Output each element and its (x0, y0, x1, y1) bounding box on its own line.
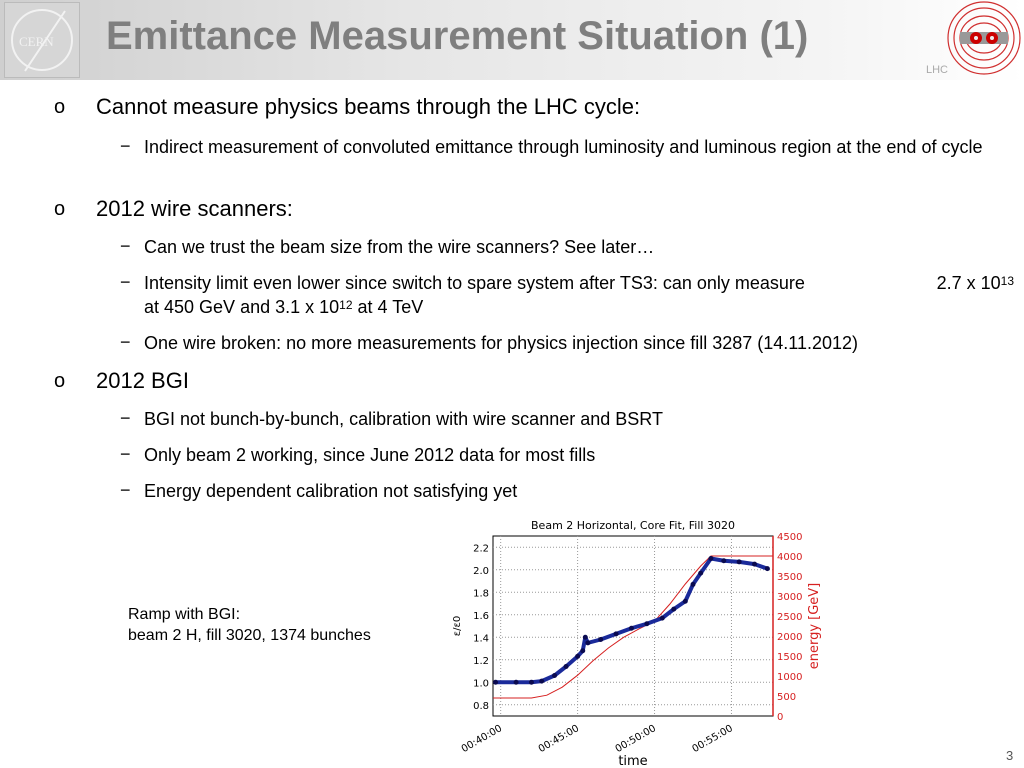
y2-tick-label: 3500 (777, 572, 802, 583)
emittance-point (585, 640, 591, 646)
y2-tick-label: 0 (777, 712, 783, 723)
sub-bullet-marker: − (120, 136, 131, 156)
emittance-point (690, 581, 696, 587)
bullet-marker: o (54, 96, 66, 118)
y-tick-label: 1.2 (473, 656, 489, 667)
emittance-point (580, 648, 586, 654)
chart-caption: Ramp with BGI: beam 2 H, fill 3020, 1374… (128, 606, 371, 644)
slide-title: Emittance Measurement Situation (1) (106, 14, 809, 58)
y-tick-label: 1.8 (473, 588, 489, 599)
intensity-limit-text: Intensity limit even lower since switch … (144, 273, 805, 293)
emittance-point (671, 606, 677, 612)
sub-bullet-marker: − (120, 408, 131, 428)
bullet-text: Cannot measure physics beams through the… (96, 94, 641, 119)
bullet-text: 2012 BGI (96, 368, 189, 393)
emittance-point (628, 625, 634, 631)
chart-title: Beam 2 Horizontal, Core Fit, Fill 3020 (531, 519, 735, 532)
emittance-point (493, 679, 499, 685)
sub-bullet-marker: − (120, 272, 131, 292)
emittance-point (539, 678, 545, 684)
y2-tick-label: 4000 (777, 552, 802, 563)
emittance-point (698, 570, 704, 576)
cern-logo: CERN (4, 2, 80, 78)
x-tick-label: 00:45:00 (537, 723, 581, 755)
emittance-point (613, 631, 619, 637)
emittance-point (644, 621, 650, 627)
sub-bullet-text: BGI not bunch-by-bunch, calibration with… (144, 409, 663, 429)
x-tick-label: 00:50:00 (614, 723, 658, 755)
emittance-point (736, 559, 742, 565)
emittance-point (513, 679, 519, 685)
page-number: 3 (1006, 748, 1014, 763)
lhc-label: LHC (926, 64, 949, 76)
sub-bullet-marker: − (120, 480, 131, 500)
emittance-point (528, 679, 534, 685)
sub-bullet-text: Energy dependent calibration not satisfy… (144, 481, 518, 501)
emittance-point (659, 615, 665, 621)
y2-tick-label: 500 (777, 692, 796, 703)
y-tick-label: 1.6 (473, 611, 489, 622)
sub-bullet-text: Indirect measurement of convoluted emitt… (144, 137, 983, 157)
sub-bullet-text: One wire broken: no more measurements fo… (144, 333, 859, 353)
slide-header: CERN Emittance Measurement Situation (1)… (0, 0, 1024, 80)
x-axis-label: time (618, 754, 647, 768)
y-tick-label: 1.4 (473, 633, 489, 644)
y-tick-label: 2.0 (473, 566, 489, 577)
emittance-point (598, 637, 604, 642)
bullet-marker: o (54, 370, 66, 392)
emittance-point (552, 673, 558, 678)
y-axis-label: ε/ε0 (452, 616, 463, 637)
emittance-point (752, 561, 758, 567)
y2-tick-label: 1500 (777, 652, 802, 663)
sub-bullet-text: Can we trust the beam size from the wire… (144, 237, 655, 257)
y2-tick-label: 4500 (777, 532, 802, 543)
emittance-chart: Beam 2 Horizontal, Core Fit, Fill 3020 0.… (452, 519, 822, 768)
sub-bullet-marker: − (120, 332, 131, 352)
bullet-marker: o (54, 198, 66, 220)
emittance-point (575, 653, 581, 659)
y-tick-label: 2.2 (473, 543, 489, 554)
y2-axis-label: energy [GeV] (807, 583, 822, 670)
x-tick-label: 00:55:00 (691, 723, 735, 755)
emittance-point (582, 634, 588, 640)
sub-bullet-marker: − (120, 444, 131, 464)
y2-tick-label: 2500 (777, 612, 802, 623)
emittance-point (563, 664, 569, 669)
sub-bullet-text: Only beam 2 working, since June 2012 dat… (144, 445, 596, 465)
emittance-point (764, 566, 770, 572)
y2-tick-label: 1000 (777, 672, 802, 683)
y2-tick-label: 2000 (777, 632, 802, 643)
intensity-limit-value: 2.7 x 1013 (936, 273, 1014, 293)
sub-bullet-marker: − (120, 236, 131, 256)
emittance-point (682, 598, 688, 604)
x-tick-label: 00:40:00 (460, 723, 504, 755)
bullet-text: 2012 wire scanners: (96, 196, 293, 221)
emittance-point (708, 556, 714, 561)
sub-bullet-text: Intensity limit even lower since switch … (144, 273, 1014, 317)
y-tick-label: 0.8 (473, 701, 489, 712)
lhc-logo (944, 0, 1024, 80)
svg-text:CERN: CERN (19, 34, 54, 49)
y2-tick-label: 3000 (777, 592, 802, 603)
emittance-point (721, 558, 727, 564)
y-tick-label: 1.0 (473, 678, 489, 689)
